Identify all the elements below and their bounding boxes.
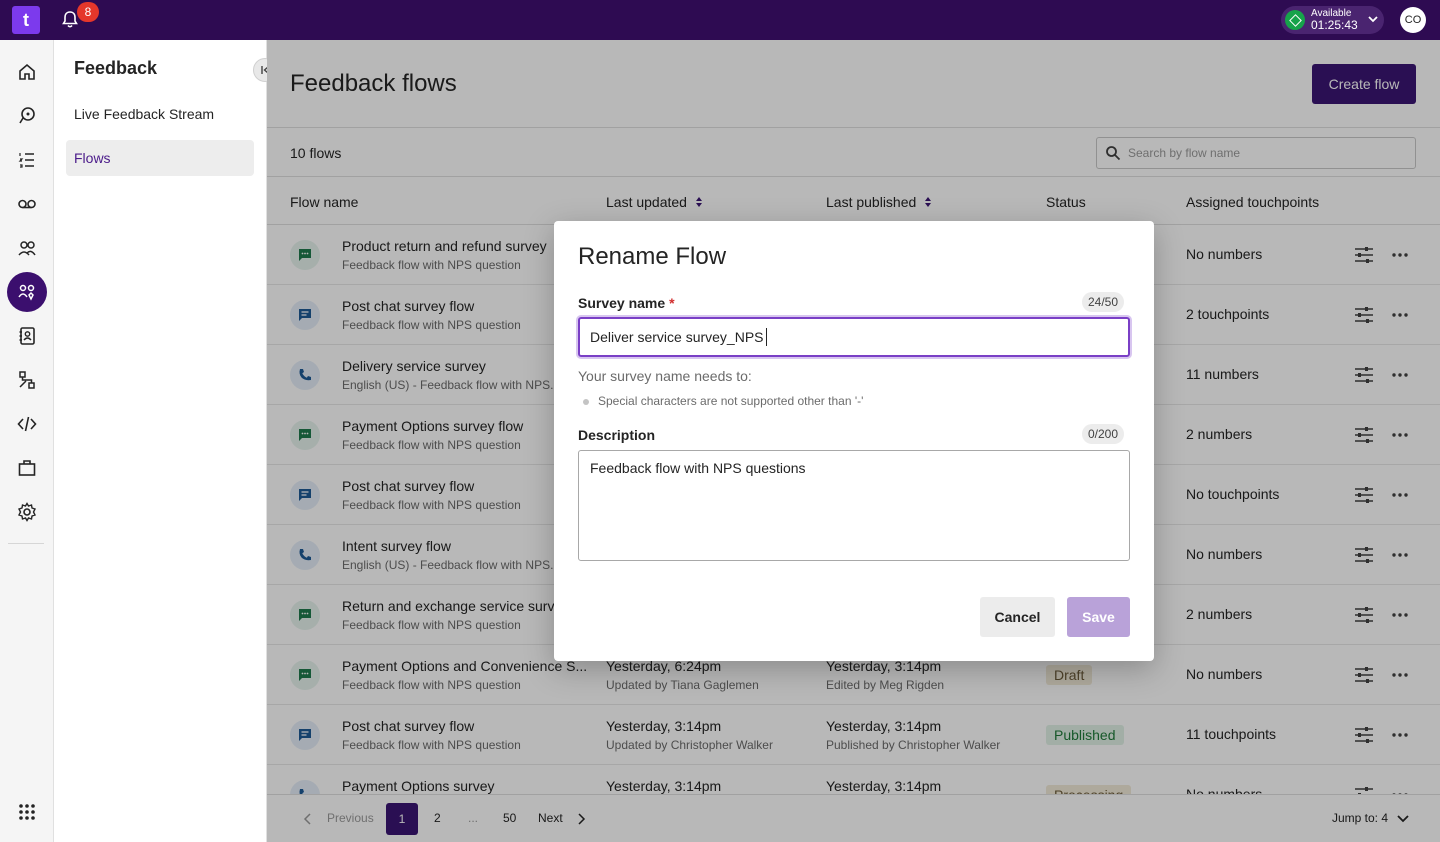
icon-rail (0, 40, 54, 842)
available-icon (1285, 10, 1305, 30)
name-rule-item: Special characters are not supported oth… (598, 394, 864, 408)
availability-status[interactable]: Available 01:25:43 (1281, 6, 1384, 34)
apps-grid-icon[interactable] (7, 792, 47, 832)
list-numbered-icon[interactable] (7, 140, 47, 180)
flow-icon[interactable] (7, 360, 47, 400)
top-bar: t 8 Available 01:25:43 CO (0, 0, 1440, 40)
inbox-icon[interactable] (7, 96, 47, 136)
save-button[interactable]: Save (1067, 597, 1130, 637)
subnav-item-live-feedback-stream[interactable]: Live Feedback Stream (66, 96, 254, 132)
description-textarea[interactable]: Feedback flow with NPS questions (578, 450, 1130, 561)
name-rules-title: Your survey name needs to: (578, 368, 752, 384)
rail-divider (8, 543, 44, 544)
feedback-subnav: Feedback Live Feedback Stream Flows (54, 40, 277, 842)
avatar[interactable]: CO (1400, 7, 1426, 33)
description-value: Feedback flow with NPS questions (590, 460, 806, 476)
code-icon[interactable] (7, 404, 47, 444)
chevron-down-icon (1368, 16, 1378, 23)
survey-name-value: Deliver service survey_NPS (590, 329, 764, 345)
survey-name-label-text: Survey name (578, 295, 666, 311)
bullet-icon (583, 399, 589, 405)
survey-name-label: Survey name * (578, 295, 675, 311)
required-mark: * (669, 295, 675, 311)
text-caret (765, 328, 767, 346)
feedback-icon[interactable] (7, 272, 47, 312)
home-icon[interactable] (7, 52, 47, 92)
briefcase-icon[interactable] (7, 448, 47, 488)
dialog-title: Rename Flow (578, 243, 727, 270)
status-timer: 01:25:43 (1311, 18, 1358, 32)
app-logo[interactable]: t (12, 6, 40, 34)
voicemail-icon[interactable] (7, 184, 47, 224)
survey-name-input[interactable]: Deliver service survey_NPS (578, 317, 1130, 357)
description-counter: 0/200 (1082, 424, 1125, 444)
subnav-title: Feedback (74, 58, 158, 78)
description-label: Description (578, 427, 656, 443)
rename-flow-dialog: Rename Flow Survey name * 24/50 Deliver … (554, 221, 1154, 661)
contacts-icon[interactable] (7, 316, 47, 356)
notification-badge: 8 (77, 2, 99, 22)
people-icon[interactable] (7, 228, 47, 268)
survey-name-counter: 24/50 (1082, 292, 1125, 312)
cancel-button[interactable]: Cancel (980, 597, 1055, 637)
gear-icon[interactable] (7, 492, 47, 532)
subnav-item-flows[interactable]: Flows (66, 140, 254, 176)
